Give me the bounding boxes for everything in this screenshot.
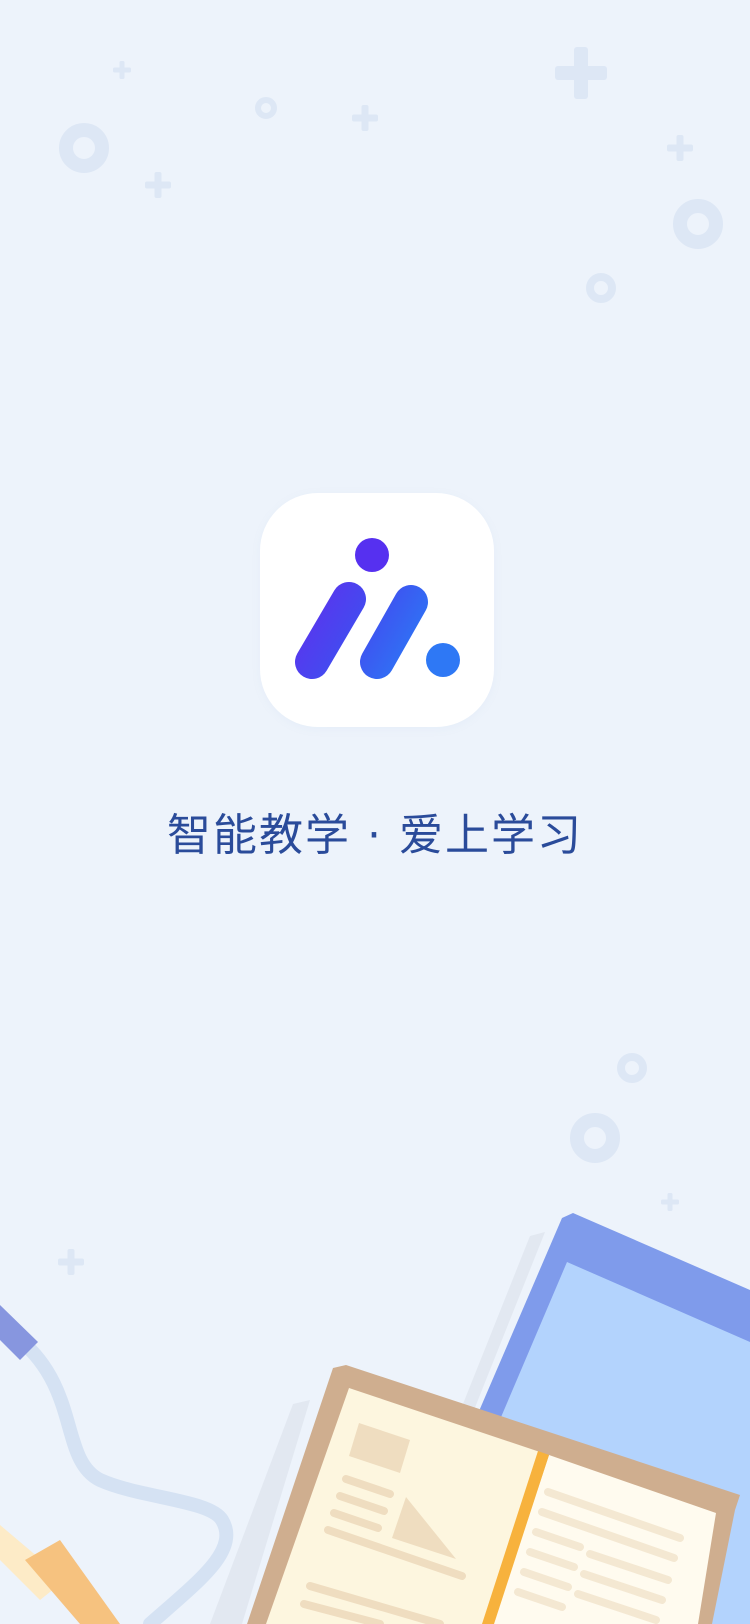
logo-bar-left xyxy=(295,582,366,679)
app-logo xyxy=(260,493,494,727)
logo-bar-right xyxy=(360,585,428,679)
logo-dot-bottom xyxy=(426,643,460,677)
ring-icon xyxy=(617,1053,647,1083)
plus-icon xyxy=(113,61,131,79)
plus-icon xyxy=(145,172,171,198)
ring-icon xyxy=(59,123,109,173)
ring-icon xyxy=(570,1113,620,1163)
logo-dot-top xyxy=(355,538,389,572)
app-logo-icon xyxy=(295,538,460,679)
ring-icon xyxy=(255,97,277,119)
splash-slogan: 智能教学 · 爱上学习 xyxy=(167,810,583,861)
plus-icon xyxy=(352,105,378,131)
plus-icon xyxy=(667,135,693,161)
ring-icon xyxy=(586,273,616,303)
pencil-icon xyxy=(0,1525,120,1624)
desk-illustration xyxy=(0,1213,750,1624)
plus-icon xyxy=(555,47,607,99)
ring-icon xyxy=(673,199,723,249)
